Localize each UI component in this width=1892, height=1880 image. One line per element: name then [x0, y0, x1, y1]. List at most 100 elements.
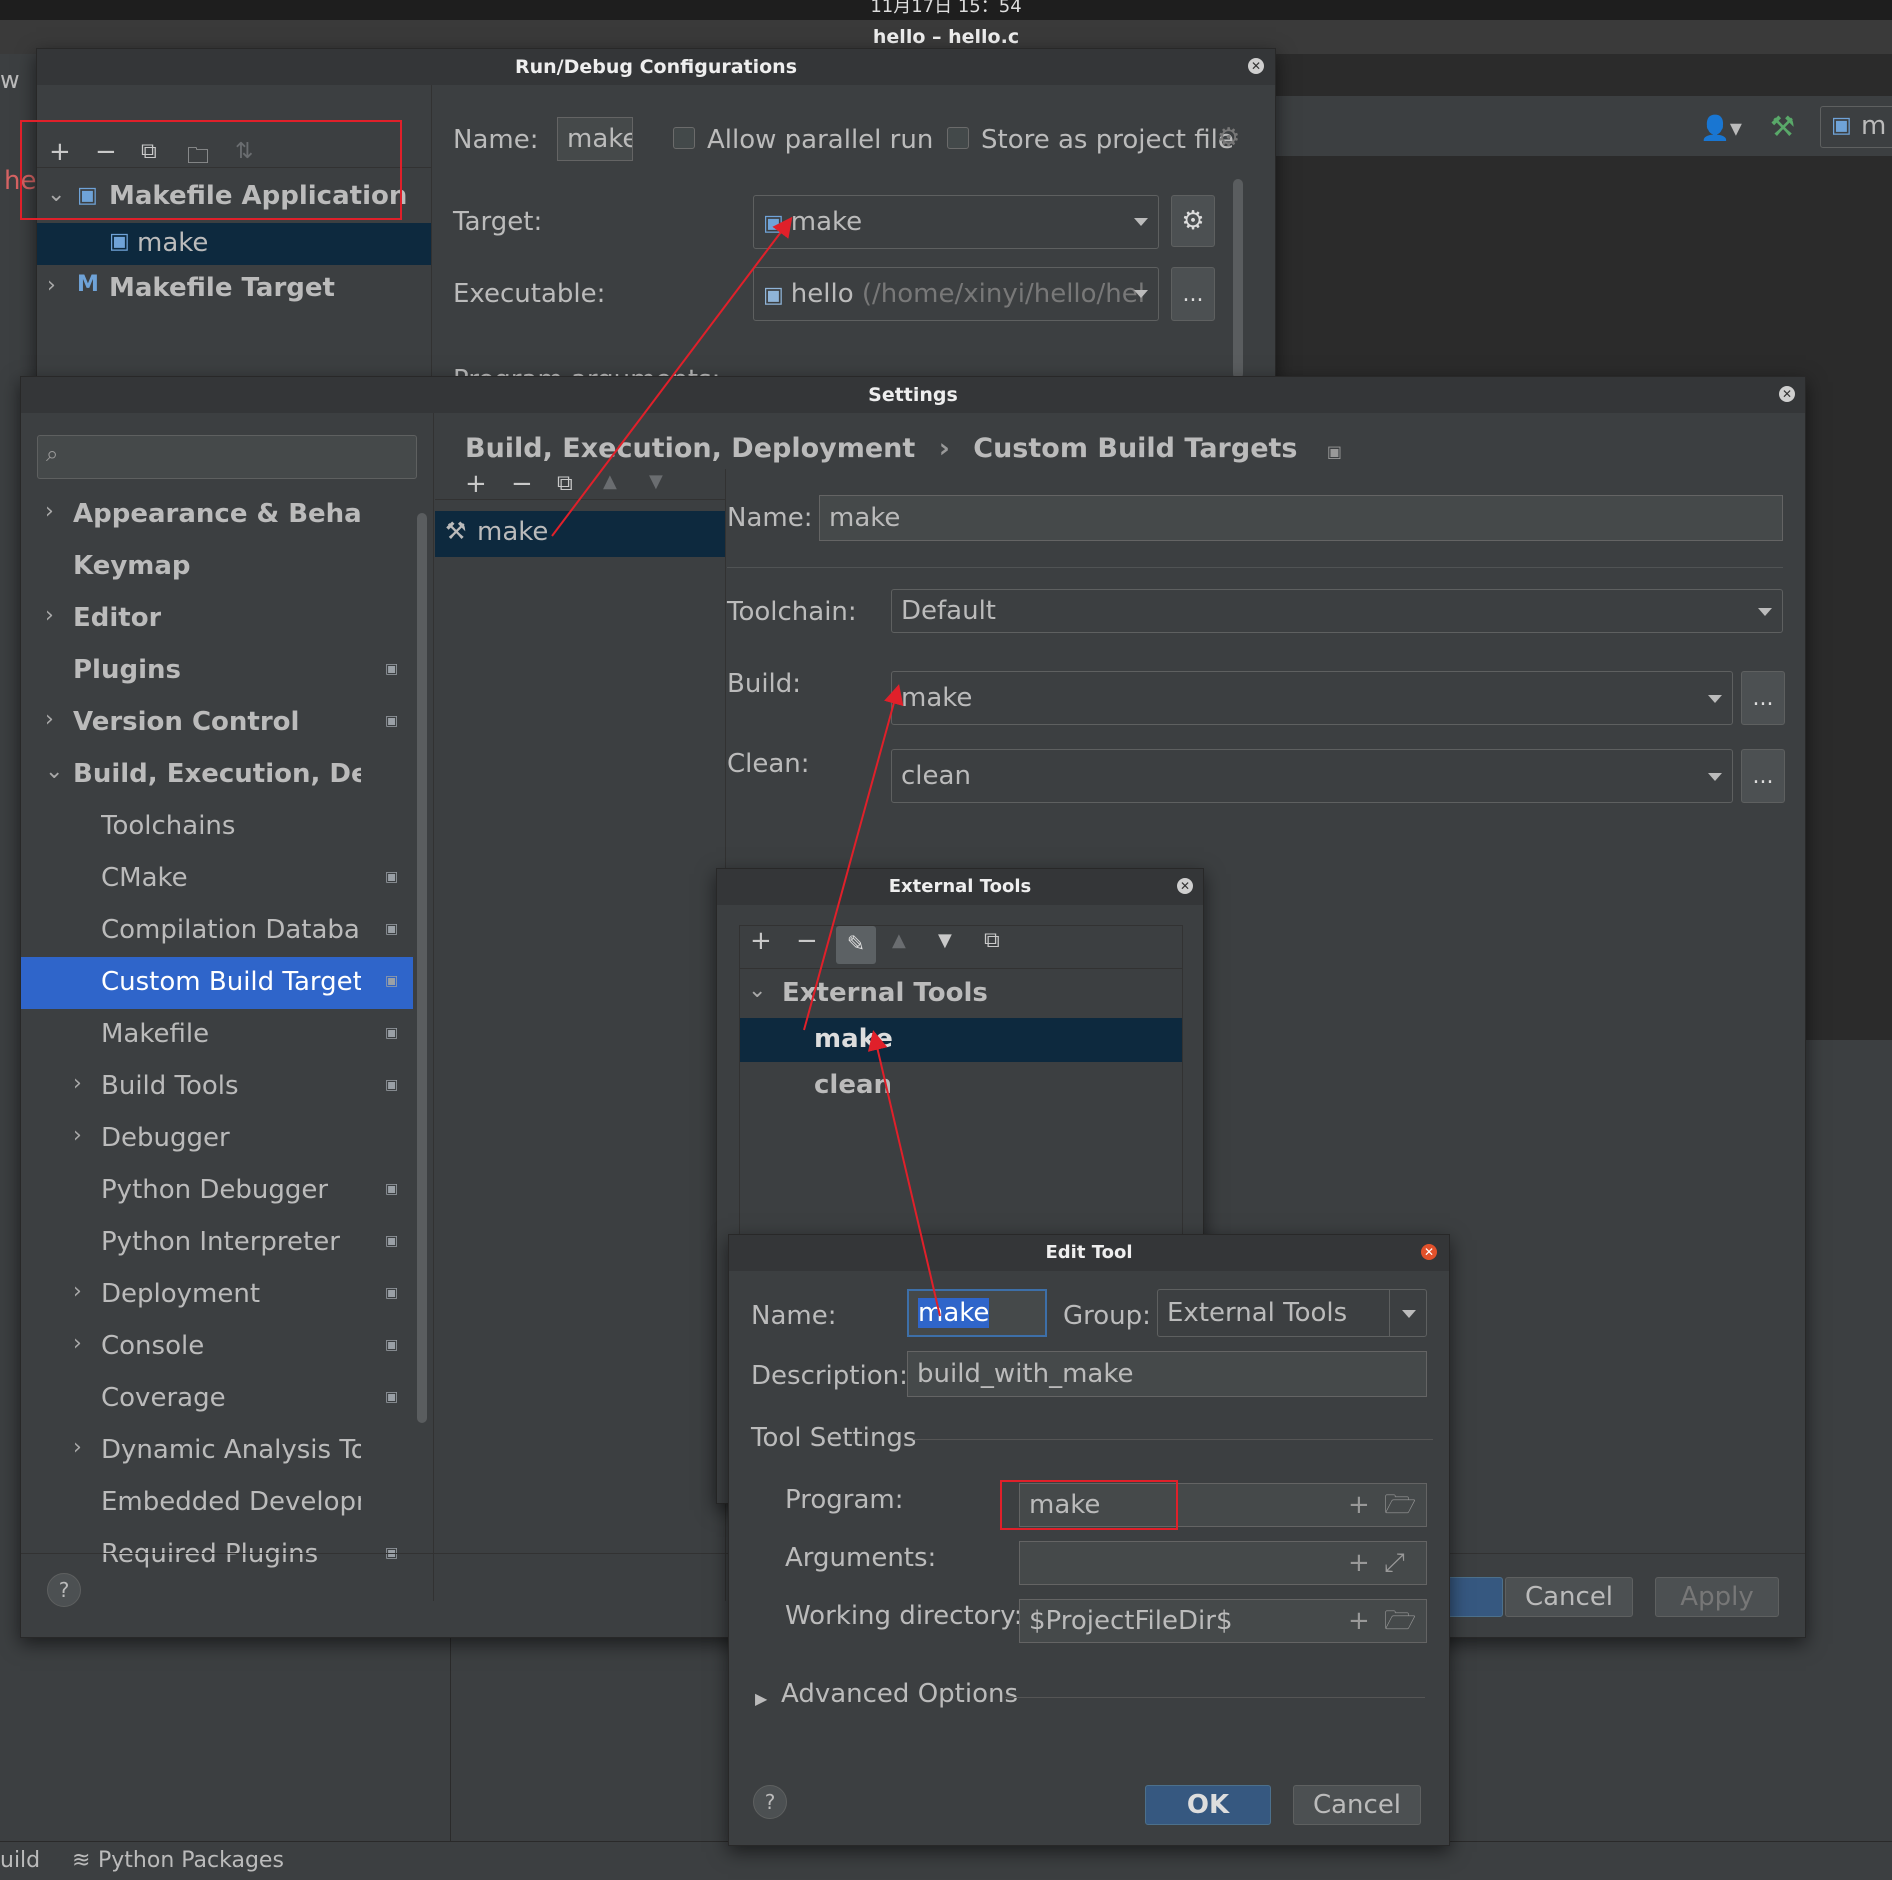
- tool-group-external-tools[interactable]: ⌄ External Tools: [740, 972, 1182, 1016]
- build-combo[interactable]: make: [891, 671, 1733, 725]
- ide-editor-tab[interactable]: he: [4, 166, 36, 196]
- cancel-button[interactable]: Cancel: [1293, 1785, 1421, 1825]
- group-combo[interactable]: External Tools: [1157, 1289, 1427, 1337]
- sort-icon[interactable]: ⇅: [235, 139, 253, 164]
- nav-item-toolchains[interactable]: Toolchains: [21, 801, 413, 853]
- nav-item-python-debugger[interactable]: Python Debugger ▣: [21, 1165, 413, 1217]
- remove-icon[interactable]: −: [511, 469, 533, 499]
- search-input[interactable]: ⌕: [37, 435, 417, 479]
- status-python-packages[interactable]: Python Packages: [98, 1848, 284, 1873]
- help-button[interactable]: ?: [753, 1785, 787, 1819]
- working-dir-field[interactable]: $ProjectFileDir$ + 🗁: [1019, 1599, 1427, 1643]
- allow-parallel-label[interactable]: Allow parallel run: [707, 125, 933, 155]
- close-icon[interactable]: ✕: [1421, 1244, 1437, 1260]
- nav-item-version-control[interactable]: › Version Control ▣: [21, 697, 413, 749]
- chevron-right-icon[interactable]: ›: [73, 1123, 82, 1148]
- nav-item-keymap[interactable]: Keymap: [21, 541, 413, 593]
- remove-icon[interactable]: −: [95, 137, 117, 167]
- nav-item-required-plugins[interactable]: Required Plugins ▣: [21, 1529, 413, 1581]
- status-build[interactable]: uild: [0, 1848, 40, 1873]
- copy-icon[interactable]: ⧉: [141, 139, 157, 164]
- ok-button[interactable]: OK: [1145, 1785, 1271, 1825]
- target-combo[interactable]: ▣ make: [753, 195, 1159, 249]
- build-more-button[interactable]: ...: [1741, 671, 1785, 725]
- target-settings-button[interactable]: ⚙: [1171, 195, 1215, 247]
- move-down-icon[interactable]: ▼: [938, 930, 952, 951]
- toolchain-combo[interactable]: Default: [891, 589, 1783, 633]
- store-project-file-checkbox[interactable]: [947, 127, 969, 149]
- chevron-right-icon[interactable]: ›: [73, 1435, 82, 1460]
- nav-item-compilation-database[interactable]: Compilation Database ▣: [21, 905, 413, 957]
- clean-more-button[interactable]: ...: [1741, 749, 1785, 803]
- copy-icon[interactable]: ⧉: [984, 928, 1000, 953]
- close-icon[interactable]: ✕: [1177, 878, 1193, 894]
- copy-icon[interactable]: ⧉: [557, 471, 573, 496]
- nav-item-coverage[interactable]: Coverage ▣: [21, 1373, 413, 1425]
- tool-item-clean[interactable]: clean: [740, 1064, 1182, 1108]
- chevron-right-icon[interactable]: ›: [45, 603, 54, 628]
- allow-parallel-checkbox[interactable]: [673, 127, 695, 149]
- chevron-right-icon[interactable]: ›: [73, 1279, 82, 1304]
- close-icon[interactable]: ✕: [1248, 58, 1264, 74]
- advanced-options-toggle[interactable]: Advanced Options: [781, 1679, 1018, 1709]
- run-config-selector[interactable]: ▣ m: [1820, 106, 1892, 148]
- tool-item-make[interactable]: make: [740, 1018, 1182, 1062]
- help-button[interactable]: ?: [47, 1573, 81, 1607]
- move-down-icon[interactable]: ▼: [649, 471, 663, 492]
- nav-item-appearance-behavior[interactable]: › Appearance & Behavior: [21, 489, 413, 541]
- add-icon[interactable]: +: [465, 469, 487, 499]
- nav-item-custom-build-targets[interactable]: Custom Build Targets ▣: [21, 957, 413, 1009]
- build-hammer-icon[interactable]: ⚒: [1770, 110, 1795, 143]
- chevron-right-icon[interactable]: ›: [45, 499, 54, 524]
- nav-item-makefile[interactable]: Makefile ▣: [21, 1009, 413, 1061]
- nav-item-debugger[interactable]: › Debugger: [21, 1113, 413, 1165]
- nav-item-cmake[interactable]: CMake ▣: [21, 853, 413, 905]
- nav-item-console[interactable]: › Console ▣: [21, 1321, 413, 1373]
- insert-macro-icon[interactable]: +: [1348, 1600, 1370, 1642]
- executable-combo[interactable]: ▣ hello (/home/xinyi/hello/hel: [753, 267, 1159, 321]
- insert-macro-icon[interactable]: +: [1348, 1542, 1370, 1584]
- nav-item-dynamic-analysis-tools[interactable]: › Dynamic Analysis Tools: [21, 1425, 413, 1477]
- move-up-icon[interactable]: ▲: [892, 930, 906, 951]
- ok-button-partial[interactable]: [1447, 1577, 1503, 1617]
- nav-item-deployment[interactable]: › Deployment ▣: [21, 1269, 413, 1321]
- scrollbar[interactable]: [1233, 179, 1243, 379]
- nav-item-python-interpreter[interactable]: Python Interpreter ▣: [21, 1217, 413, 1269]
- nav-item-editor[interactable]: › Editor: [21, 593, 413, 645]
- folder-icon[interactable]: 🗁: [1384, 1600, 1416, 1642]
- chevron-down-icon[interactable]: ⌄: [45, 759, 63, 784]
- remove-icon[interactable]: −: [796, 926, 818, 956]
- insert-macro-icon[interactable]: +: [1348, 1484, 1370, 1526]
- name-field[interactable]: make: [557, 117, 633, 161]
- description-field[interactable]: build_with_make: [907, 1351, 1427, 1397]
- executable-browse-button[interactable]: ...: [1171, 267, 1215, 321]
- gear-icon[interactable]: ⚙: [1217, 123, 1240, 153]
- folder-icon[interactable]: 🗁: [1384, 1484, 1416, 1526]
- edit-icon[interactable]: ✎: [836, 926, 876, 964]
- folder-add-icon[interactable]: 🗀: [187, 139, 209, 177]
- chevron-right-icon[interactable]: ›: [45, 707, 54, 732]
- nav-item-plugins[interactable]: Plugins ▣: [21, 645, 413, 697]
- move-up-icon[interactable]: ▲: [603, 471, 617, 492]
- program-field[interactable]: make + 🗁: [1019, 1483, 1427, 1527]
- breadcrumb-parent[interactable]: Build, Execution, Deployment: [465, 433, 915, 464]
- user-icon[interactable]: 👤▾: [1700, 114, 1742, 142]
- nav-item-embedded-development[interactable]: Embedded Development: [21, 1477, 413, 1529]
- expand-triangle-icon[interactable]: ▶: [755, 1689, 767, 1708]
- close-icon[interactable]: ✕: [1779, 386, 1795, 402]
- nav-scrollbar[interactable]: [417, 513, 427, 1423]
- arguments-field[interactable]: + ⤢: [1019, 1541, 1427, 1585]
- nav-item-build-tools[interactable]: › Build Tools ▣: [21, 1061, 413, 1113]
- tree-item-makefile-application[interactable]: ⌄ ▣ Makefile Application: [37, 177, 431, 217]
- clean-combo[interactable]: clean: [891, 749, 1733, 803]
- add-icon[interactable]: +: [49, 137, 71, 167]
- cancel-button[interactable]: Cancel: [1505, 1577, 1633, 1617]
- target-item-make[interactable]: ⚒ make: [435, 511, 725, 557]
- target-name-field[interactable]: make: [819, 495, 1783, 541]
- chevron-right-icon[interactable]: ›: [73, 1331, 82, 1356]
- nav-item-build-execution-deploym[interactable]: ⌄ Build, Execution, Deploym: [21, 749, 413, 801]
- tree-item-makefile-target[interactable]: › M Makefile Target: [37, 269, 431, 309]
- tool-name-field[interactable]: make: [907, 1289, 1047, 1337]
- add-icon[interactable]: +: [750, 926, 772, 956]
- chevron-right-icon[interactable]: ›: [73, 1071, 82, 1096]
